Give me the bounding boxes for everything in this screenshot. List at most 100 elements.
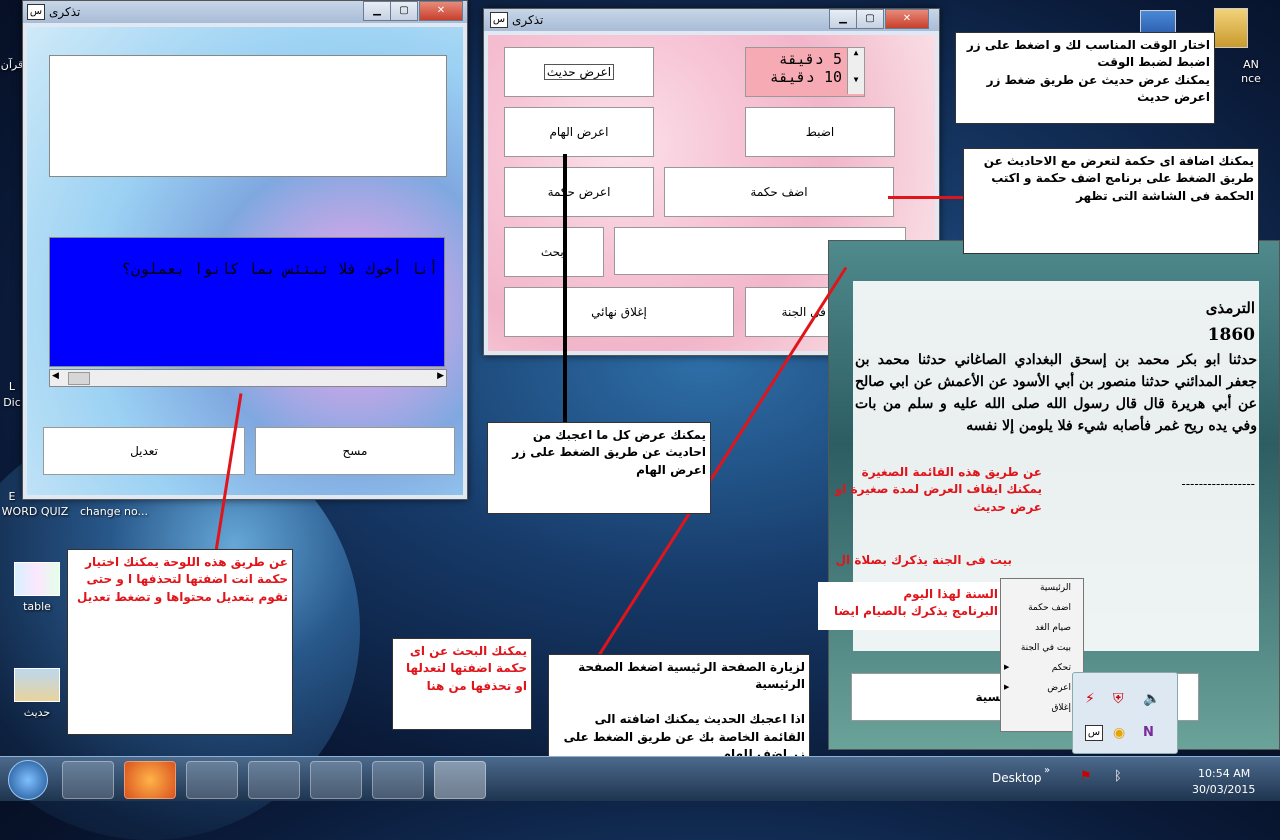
tray-overflow-popup: ⚡ ⛨ 🔈 س ◉ N xyxy=(1072,672,1178,754)
note-search: يمكنك البحث عن اى حكمة اضفتها لتعدلها او… xyxy=(392,638,532,730)
taskbar-security-icon[interactable] xyxy=(186,761,238,799)
show-important-button-label: اعرض الهام xyxy=(549,125,609,139)
sync-tray-icon[interactable]: ◉ xyxy=(1113,725,1125,741)
taskbar-word-icon[interactable] xyxy=(248,761,300,799)
desktop-icon-partial-quran[interactable]: قرآن xyxy=(0,58,24,71)
final-close-button[interactable]: إغلاق نهائي xyxy=(504,287,734,337)
window-title: تذكرى xyxy=(49,5,81,19)
add-wisdom-button[interactable]: اضف حكمة xyxy=(664,167,894,217)
desktop-icon-partial-nce[interactable]: nce xyxy=(1236,72,1266,85)
desktop-icon-table[interactable]: table xyxy=(2,562,72,613)
clock-date[interactable]: 30/03/2015 xyxy=(1192,783,1255,796)
minimize-button[interactable]: ▁ xyxy=(363,1,391,21)
show-hadith-button-label: اعرض حديث xyxy=(543,64,615,80)
desktop-icon-label: L xyxy=(8,380,16,393)
desktop-icon-label: WORD QUIZ xyxy=(1,505,69,518)
show-important-button[interactable]: اعرض الهام xyxy=(504,107,654,157)
horizontal-scrollbar[interactable]: ◀ ▶ xyxy=(49,369,447,387)
desktop-icon-label: AN xyxy=(1243,58,1259,71)
scroll-up-icon[interactable]: ▲ xyxy=(854,48,859,57)
time-interval-list[interactable]: 5 دقيقة 10 دقيقة ▲ ▼ xyxy=(745,47,865,97)
set-button[interactable]: اضبط xyxy=(745,107,895,157)
show-hadith-button[interactable]: اعرض حديث xyxy=(504,47,654,97)
desktop-icon-label: E xyxy=(8,490,16,503)
menu-item-fast-tomorrow[interactable]: صيام الغد xyxy=(1001,619,1083,639)
menu-item-add-wisdom[interactable]: اضف حكمة xyxy=(1001,599,1083,619)
delete-button-label: مسح xyxy=(342,444,368,458)
note-small-list: عن طريق هذه القائمة الصغيرة يمكنك ايقاف … xyxy=(834,465,1042,514)
desktop-icon-label: change no... xyxy=(80,505,148,518)
folder-icon[interactable] xyxy=(1214,8,1248,48)
submenu-arrow-icon: ▶ xyxy=(1004,663,1010,671)
note-house-paradise: بيت فى الجنة يذكرك بصلاة ال xyxy=(835,553,1012,567)
menu-item-control[interactable]: تحكم ▶ xyxy=(1001,659,1083,679)
app-tray-icon[interactable]: س xyxy=(1085,725,1103,741)
taskbar-flag-icon[interactable] xyxy=(372,761,424,799)
close-button[interactable]: ✕ xyxy=(885,9,929,29)
desktop-icon-change-notes[interactable]: change no... xyxy=(76,505,152,518)
show-wisdom-button-label: اعرض حكمة xyxy=(547,185,611,199)
window-title: تذكرى xyxy=(512,13,544,27)
note-sunna: السنة لهذا اليوم البرنامج يذكرك بالصيام … xyxy=(818,582,1002,630)
arrow-line-show-important xyxy=(563,154,567,454)
window-main-titlebar: س تذكرى ▁ ▢ ✕ xyxy=(484,9,939,31)
maximize-button[interactable]: ▢ xyxy=(390,1,418,21)
note-set-time: اختار الوقت المناسب لك و اضغط على زر اضب… xyxy=(955,32,1215,124)
menu-item-label: اعرض xyxy=(1047,683,1071,693)
scroll-right-icon[interactable]: ▶ xyxy=(437,371,444,381)
taskbar-explorer-icon[interactable] xyxy=(62,761,114,799)
flash-tray-icon[interactable]: ⚡ xyxy=(1085,691,1095,707)
desktop-icon-partial-dic[interactable]: Dic xyxy=(0,396,24,409)
minimize-button[interactable]: ▁ xyxy=(829,9,857,29)
menu-item-close[interactable]: إغلاق xyxy=(1001,699,1083,719)
taskbar-app-cube-icon[interactable] xyxy=(310,761,362,799)
desktop-icon-word-quiz[interactable]: WORD QUIZ xyxy=(0,505,70,518)
scroll-left-icon[interactable]: ◀ xyxy=(52,371,59,381)
menu-item-home[interactable]: الرئيسية xyxy=(1001,579,1083,599)
maximize-button[interactable]: ▢ xyxy=(856,9,884,29)
edit-button-label: تعديل xyxy=(130,444,158,458)
shield-tray-icon[interactable]: ⛨ xyxy=(1113,691,1124,707)
desktop-toolbar-label[interactable]: Desktop xyxy=(992,771,1042,785)
taskbar-reminder-app-icon[interactable] xyxy=(434,761,486,799)
scroll-thumb[interactable] xyxy=(68,372,90,385)
speaker-tray-icon[interactable]: 🔈 xyxy=(1143,691,1160,707)
delete-button[interactable]: مسح xyxy=(255,427,455,475)
wisdom-text-box[interactable]: أنا أخوك فلا تبتئس بما كانوا يعملون؟ xyxy=(49,237,445,367)
taskbar-firefox-icon[interactable] xyxy=(124,761,176,799)
desktop-icon-label: nce xyxy=(1241,72,1261,85)
wisdom-text: أنا أخوك فلا تبتئس بما كانوا يعملون؟ xyxy=(121,260,438,278)
edit-button[interactable]: تعديل xyxy=(43,427,245,475)
wisdom-list-box[interactable] xyxy=(49,55,447,177)
start-button[interactable] xyxy=(8,760,48,800)
hadith-thumbnail-icon xyxy=(14,668,60,702)
scroll-down-icon[interactable]: ▼ xyxy=(854,75,859,84)
table-thumbnail-icon xyxy=(14,562,60,596)
arrow-line-add-wisdom xyxy=(888,196,966,199)
bluetooth-tray-icon[interactable]: ᛒ xyxy=(1114,769,1122,784)
menu-item-house-paradise[interactable]: بيت في الجنة xyxy=(1001,639,1083,659)
onenote-tray-icon[interactable]: N xyxy=(1143,725,1154,740)
show-wisdom-button[interactable]: اعرض حكمة xyxy=(504,167,654,217)
final-close-button-label: إغلاق نهائي xyxy=(591,305,647,319)
search-button[interactable]: ابحث xyxy=(504,227,604,277)
clock-time[interactable]: 10:54 AM xyxy=(1198,767,1250,780)
desktop-icon-partial-e[interactable]: E xyxy=(0,490,24,503)
menu-item-show[interactable]: اعرض ▶ xyxy=(1001,679,1083,699)
desktop-icon-partial-l[interactable]: L xyxy=(0,380,24,393)
hadith-number: 1860 xyxy=(1207,325,1255,345)
app-logo-icon: س xyxy=(27,4,45,20)
tray-flag-icon[interactable]: ⚑ xyxy=(1080,769,1092,784)
desktop-icon-partial-an[interactable]: AN xyxy=(1236,58,1266,71)
close-button[interactable]: ✕ xyxy=(419,1,463,21)
submenu-arrow-icon: ▶ xyxy=(1004,683,1010,691)
desktop-icon-label: قرآن xyxy=(0,58,24,71)
hadith-text: حدثنا ابو بكر محمد بن إسحق البغدادي الصا… xyxy=(855,352,1257,434)
app-logo-icon: س xyxy=(490,12,508,28)
toolbar-expand-icon[interactable]: » xyxy=(1044,765,1050,776)
desktop-icon-label: حديث xyxy=(23,706,51,719)
add-wisdom-button-label: اضف حكمة xyxy=(750,185,808,199)
desktop-icon-hadith[interactable]: حديث xyxy=(2,668,72,719)
window-left-titlebar: س تذكرى ▁ ▢ ✕ xyxy=(23,1,467,23)
list-scrollbar[interactable]: ▲ ▼ xyxy=(847,48,864,94)
